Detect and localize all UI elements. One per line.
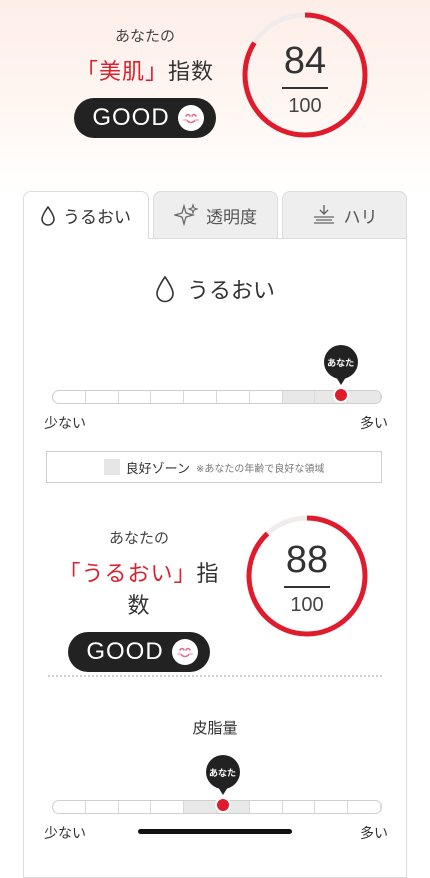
water-drop-icon [155,275,175,303]
beauty-index-title: 「美肌」指数 [60,54,230,86]
tab-moisture[interactable]: うるおい [23,191,149,239]
you-label: あなたの [114,27,175,45]
scale-high-label: 多い [360,416,388,432]
moisture-score-max: 100 [290,593,324,616]
legend-note: ※あなたの年齢で良好な領域 [195,463,325,475]
scale-segment [151,801,185,813]
metric-tabs: うるおい 透明度 ハリ [23,191,407,239]
scale-low-label: 少ない [44,416,86,432]
good-label: GOOD [92,104,170,131]
index-prefix: 「美肌」 [75,60,168,85]
sparkle-icon [174,203,198,227]
moisture-index-title: 「うるおい」指数 [54,556,224,620]
scale-segment [282,391,316,403]
tab-firmness[interactable]: ハリ [282,191,407,238]
home-indicator[interactable] [138,829,292,834]
sebum-title: 皮脂量 [192,719,238,737]
scale-segment [348,391,381,403]
section-divider [48,675,382,677]
beauty-index-block: あなたの 「美肌」指数 GOOD [60,25,230,138]
scale-segment [53,801,86,813]
scale-segment [315,801,349,813]
tab-label: ハリ [343,207,378,228]
beauty-score-max: 100 [288,94,322,117]
scale-segment [53,391,86,403]
scale-low-label: 少ない [44,826,86,842]
beauty-score: 84 [283,40,327,82]
firmness-icon [312,204,336,226]
moisture-title: うるおい [24,273,406,305]
sebum-scale: あなた [52,755,382,814]
good-badge: GOOD [74,98,216,138]
moisture-title-label: うるおい [186,279,275,304]
score-divider [282,87,328,89]
good-zone-legend: 良好ゾーン ※あなたの年齢で良好な領域 [46,451,382,483]
moisture-value-knob [332,387,349,403]
good-label: GOOD [86,638,164,665]
moisture-index-block: あなたの 「うるおい」指数 GOOD [54,527,224,672]
you-marker-bubble: あなた [205,755,240,795]
moisture-panel: うるおい あなた 少ない 多い 良好ゾーン ※あなたの年齢で良好な領域 あなたの… [23,238,407,878]
scale-segment [348,801,381,813]
scale-segment [184,801,217,813]
scale-segment [119,801,152,813]
scale-segment [250,801,283,813]
you-marker-bubble: あなた [323,345,358,385]
moisture-score-ring: 88 100 [244,513,370,639]
tab-label: 透明度 [206,207,257,228]
scale-segment [184,391,217,403]
legend-label: 良好ゾーン [125,461,190,477]
tab-label: うるおい [63,208,131,228]
scale-segment [250,391,283,403]
scale-segment [86,391,119,403]
scale-segment [119,391,152,403]
moisture-score: 88 [285,539,329,581]
sebum-value-knob [214,797,231,813]
zone-swatch [103,459,120,475]
scale-high-label: 多い [360,826,388,842]
scale-segment [86,801,119,813]
beauty-score-ring: 84 100 [240,10,370,140]
hero-summary: あなたの 「美肌」指数 GOOD 84 100 [0,0,430,190]
score-divider [284,586,330,588]
scale-segment [217,391,250,403]
smile-icon [171,639,198,665]
tab-clarity[interactable]: 透明度 [153,191,278,238]
you-label: あなたの [108,529,169,547]
smile-icon [177,105,204,131]
index-prefix: 「うるおい」 [58,562,197,587]
scale-segment [283,801,316,813]
index-suffix: 指数 [168,60,215,85]
scale-segment [151,391,185,403]
moisture-scale: あなた [52,345,382,404]
water-drop-icon [41,205,55,226]
good-badge: GOOD [68,632,210,672]
